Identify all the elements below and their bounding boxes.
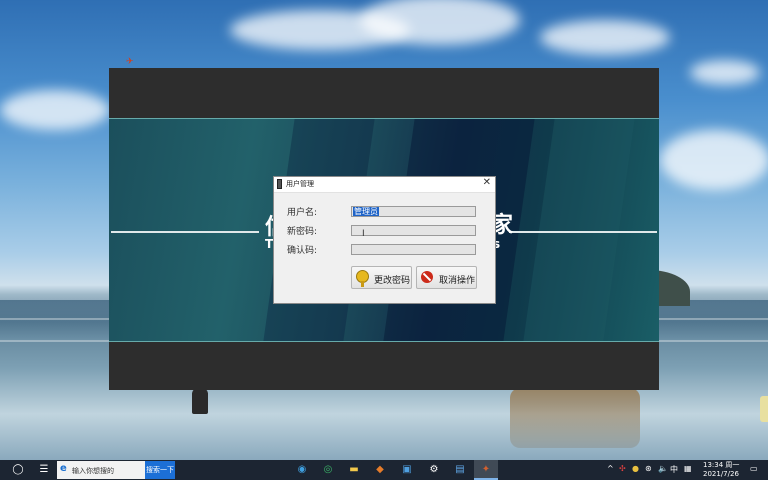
app-icon (277, 179, 282, 189)
clock[interactable]: 13:34 周一 2021/7/26 (703, 461, 739, 479)
gear-icon[interactable]: ⚙ (427, 463, 441, 477)
change-password-button[interactable]: 更改密码 (351, 266, 412, 289)
contact-icon[interactable]: ▤ (453, 463, 467, 477)
clock-date: 2021/7/26 (703, 470, 739, 478)
new-password-field[interactable] (351, 225, 476, 236)
tray-chevron-icon[interactable]: ^ (607, 464, 614, 473)
edge-icon[interactable]: ◉ (295, 463, 309, 477)
cancel-label: 取消操作 (439, 276, 476, 286)
confirm-password-field[interactable] (351, 244, 476, 255)
tray-app-icon[interactable]: ✣ (619, 464, 626, 473)
cancel-button[interactable]: 取消操作 (416, 266, 477, 289)
notification-icon[interactable]: ▭ (750, 464, 758, 473)
username-label: 用户名: (287, 208, 318, 218)
close-icon[interactable]: ✕ (483, 177, 491, 188)
desktop-shortcut-icon[interactable] (760, 396, 768, 422)
user-management-dialog: 用户管理 ✕ 用户名: 管理员 新密码: I 确认码: 更改密码 取消操作 (273, 176, 496, 304)
keyboard-icon[interactable]: ▦ (684, 464, 692, 473)
photos-icon[interactable]: ▣ (400, 463, 414, 477)
banner-subtitle-left: T (265, 237, 274, 251)
search-button[interactable]: 搜索一下 (145, 461, 175, 479)
username-value: 管理员 (353, 207, 379, 216)
tray-status-icon[interactable]: ● (632, 464, 639, 473)
change-password-label: 更改密码 (374, 276, 411, 286)
task-view-icon[interactable]: ☰ (37, 463, 51, 477)
network-icon[interactable]: ⊛ (645, 464, 652, 473)
cancel-icon (421, 271, 433, 283)
volume-icon[interactable]: 🔈 (658, 464, 668, 473)
drone-icon: ✈ (126, 57, 134, 67)
confirm-label: 确认码: (287, 246, 318, 256)
dialog-titlebar[interactable]: 用户管理 ✕ (274, 177, 495, 193)
dialog-title: 用户管理 (286, 180, 314, 188)
edge-search-icon: e (60, 463, 67, 474)
person-silhouette (192, 388, 208, 414)
search-box[interactable]: e 输入你想搜的 (57, 461, 145, 479)
browser-icon[interactable]: ◎ (321, 463, 335, 477)
text-cursor-icon: I (362, 229, 365, 239)
taskbar: ◯ ☰ e 输入你想搜的 搜索一下 ◉ ◎ ▬ ◆ ▣ ⚙ ▤ ✦ ^ ✣ ● … (0, 460, 768, 480)
new-password-label: 新密码: (287, 227, 318, 237)
start-icon[interactable]: ◯ (11, 463, 25, 477)
search-placeholder: 输入你想搜的 (72, 467, 114, 475)
ime-indicator[interactable]: 中 (670, 464, 678, 475)
app-icon-taskbar: ✦ (481, 464, 491, 475)
key-icon (356, 270, 369, 287)
reflection (510, 388, 640, 448)
active-app-button[interactable]: ✦ (474, 460, 498, 480)
clock-time: 13:34 周一 (703, 461, 740, 469)
app-launcher-icon[interactable]: ◆ (373, 463, 387, 477)
username-field[interactable]: 管理员 (351, 206, 476, 217)
folder-icon[interactable]: ▬ (347, 463, 361, 477)
